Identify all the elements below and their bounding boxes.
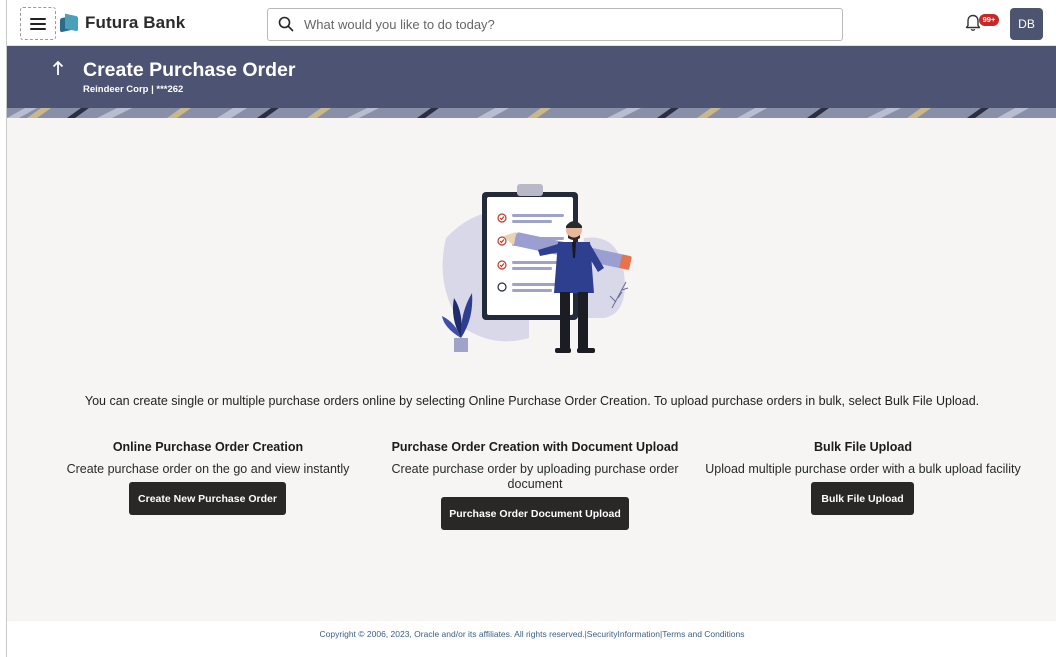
intro-text: You can create single or multiple purcha… xyxy=(84,394,980,408)
brand-logo[interactable]: Futura Bank xyxy=(60,13,185,33)
purchase-order-document-upload-button[interactable]: Purchase Order Document Upload xyxy=(441,497,629,530)
main-content: You can create single or multiple purcha… xyxy=(7,118,1056,621)
copyright-text: Copyright © 2006, 2023, Oracle and/or it… xyxy=(319,629,585,639)
option-document-upload: Purchase Order Creation with Document Up… xyxy=(391,440,679,530)
avatar[interactable]: DB xyxy=(1010,8,1043,40)
app-frame: Futura Bank 99+ DB xyxy=(6,0,1056,657)
notification-badge: 99+ xyxy=(979,14,999,26)
hamburger-icon xyxy=(30,17,46,30)
terms-and-conditions-link[interactable]: Terms and Conditions xyxy=(662,629,744,639)
option-title: Purchase Order Creation with Document Up… xyxy=(391,440,679,454)
arrow-up-icon[interactable] xyxy=(51,59,69,81)
purchase-order-illustration xyxy=(442,184,632,353)
option-description: Upload multiple purchase order with a bu… xyxy=(705,462,1021,476)
banner-pattern xyxy=(7,108,1056,118)
page-title: Create Purchase Order xyxy=(83,59,296,81)
create-new-purchase-order-button[interactable]: Create New Purchase Order xyxy=(129,482,286,515)
top-header: Futura Bank 99+ DB xyxy=(7,0,1056,46)
option-title: Online Purchase Order Creation xyxy=(112,440,304,454)
page-banner: Create Purchase Order Reindeer Corp | **… xyxy=(7,46,1056,118)
account-subtitle: Reindeer Corp | ***262 xyxy=(83,84,184,95)
option-bulk-upload: Bulk File Upload Upload multiple purchas… xyxy=(704,440,1022,515)
option-description: Create purchase order by uploading purch… xyxy=(391,462,679,491)
search-bar[interactable] xyxy=(267,8,843,41)
search-icon xyxy=(274,8,304,41)
hamburger-menu-button[interactable] xyxy=(20,7,56,40)
option-online-creation: Online Purchase Order Creation Create pu… xyxy=(65,440,351,515)
footer: Copyright © 2006, 2023, Oracle and/or it… xyxy=(7,621,1056,649)
option-title: Bulk File Upload xyxy=(814,440,912,454)
brand-name: Futura Bank xyxy=(85,13,186,32)
option-description: Create purchase order on the go and view… xyxy=(66,462,350,476)
bank-logo-icon xyxy=(60,13,78,33)
search-input[interactable] xyxy=(304,17,824,32)
security-information-link[interactable]: SecurityInformation xyxy=(587,629,660,639)
bulk-file-upload-button[interactable]: Bulk File Upload xyxy=(811,482,914,515)
